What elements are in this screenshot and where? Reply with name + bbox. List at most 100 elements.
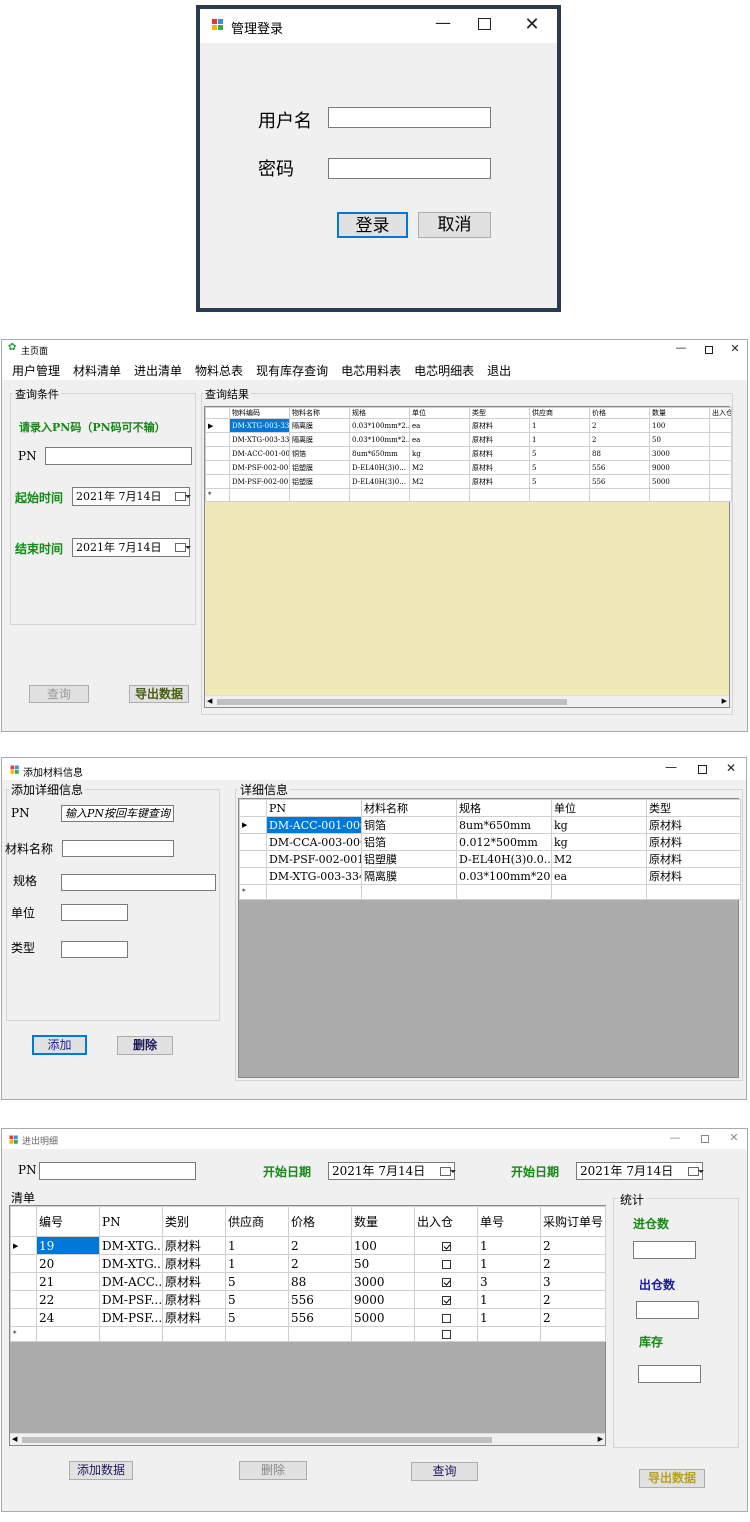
table-cell[interactable]: 2: [589, 432, 650, 447]
row-header[interactable]: *: [10, 1326, 37, 1342]
table-row[interactable]: DM-PSF-002-0018铝塑膜D-EL40H(3)0...M2原材料555…: [205, 474, 732, 489]
column-header[interactable]: 类别: [162, 1206, 226, 1237]
table-cell[interactable]: kg: [551, 816, 647, 834]
material-name-input[interactable]: [62, 840, 174, 857]
table-cell[interactable]: 0.03*100mm*2...: [349, 432, 410, 447]
table-cell[interactable]: ea: [409, 432, 470, 447]
add-data-button[interactable]: 添加数据: [69, 1461, 133, 1480]
minimize-icon[interactable]: —: [432, 13, 454, 32]
table-row[interactable]: ▶DM-XTG-003-3345隔离膜0.03*100mm*2...ea原材料1…: [205, 418, 732, 433]
row-header[interactable]: ▶: [205, 418, 230, 433]
table-cell[interactable]: 3: [540, 1272, 606, 1291]
table-cell[interactable]: 铜箔: [289, 446, 350, 461]
table-cell[interactable]: [540, 1326, 606, 1342]
maximize-icon[interactable]: [698, 765, 707, 774]
table-cell[interactable]: 0.012*500mm: [456, 833, 552, 851]
table-cell[interactable]: [649, 488, 710, 502]
inout-checkbox-cell[interactable]: [414, 1272, 478, 1291]
export-button[interactable]: 导出数据: [639, 1469, 705, 1488]
table-cell[interactable]: 5: [529, 446, 590, 461]
column-header[interactable]: 采购订单号: [540, 1206, 606, 1237]
table-cell[interactable]: 24: [36, 1308, 100, 1327]
query-button[interactable]: 查询: [29, 685, 89, 703]
column-header[interactable]: 物料名称: [289, 407, 350, 419]
table-cell[interactable]: [646, 884, 741, 900]
horizontal-scrollbar[interactable]: ◀ ▶: [10, 1433, 605, 1445]
table-cell[interactable]: 1: [477, 1236, 541, 1255]
table-cell[interactable]: kg: [409, 446, 470, 461]
in-count-input[interactable]: [633, 1241, 696, 1259]
column-header[interactable]: 单位: [409, 407, 470, 419]
row-header[interactable]: [239, 867, 267, 885]
end-date-picker[interactable]: 2021年 7月14日: [576, 1162, 704, 1180]
login-button[interactable]: 登录: [337, 212, 408, 238]
table-row[interactable]: ▶ 19 DM-XTG... 原材料 1 2 100 1 2: [10, 1236, 606, 1255]
table-cell[interactable]: 隔离膜: [289, 432, 350, 447]
table-cell[interactable]: [589, 488, 650, 502]
add-button[interactable]: 添加: [32, 1035, 87, 1055]
menu-material-list[interactable]: 材料清单: [73, 364, 121, 378]
table-cell[interactable]: [709, 446, 732, 461]
menu-cell-material[interactable]: 电芯用料表: [341, 364, 401, 378]
table-cell[interactable]: [709, 488, 732, 502]
table-cell[interactable]: DM-ACC...: [99, 1272, 163, 1291]
table-cell[interactable]: M2: [551, 850, 647, 868]
table-row[interactable]: ▶DM-ACC-001-0001铜箔8um*650mmkg原材料: [239, 816, 741, 834]
table-row[interactable]: 24 DM-PSF... 原材料 5 556 5000 1 2: [10, 1308, 606, 1327]
menu-stock-query[interactable]: 现有库存查询: [256, 364, 328, 378]
scroll-thumb[interactable]: [217, 699, 567, 705]
query-button[interactable]: 查询: [411, 1462, 478, 1481]
cancel-button[interactable]: 取消: [418, 212, 491, 238]
scroll-thumb[interactable]: [22, 1437, 492, 1443]
table-cell[interactable]: 100: [649, 418, 710, 433]
table-cell[interactable]: 2: [589, 418, 650, 433]
table-row[interactable]: 20 DM-XTG... 原材料 1 2 50 1 2: [10, 1254, 606, 1273]
table-cell[interactable]: DM-PSF...: [99, 1290, 163, 1309]
table-cell[interactable]: 原材料: [646, 816, 741, 834]
inout-checkbox-cell[interactable]: [414, 1254, 478, 1273]
calendar-icon[interactable]: [175, 492, 191, 501]
table-cell[interactable]: 2: [540, 1236, 606, 1255]
table-cell[interactable]: 原材料: [469, 460, 530, 475]
checkbox-icon[interactable]: [441, 1277, 451, 1287]
table-cell[interactable]: 2: [288, 1236, 352, 1255]
close-icon[interactable]: ✕: [521, 14, 543, 35]
table-cell[interactable]: 2: [540, 1308, 606, 1327]
table-cell[interactable]: 原材料: [469, 432, 530, 447]
inout-checkbox-cell[interactable]: [414, 1290, 478, 1309]
table-cell[interactable]: DM-PSF-002-0018: [266, 850, 362, 868]
column-header[interactable]: 供应商: [225, 1206, 289, 1237]
table-cell[interactable]: 0.03*100mm*20...: [456, 867, 552, 885]
out-count-input[interactable]: [636, 1301, 699, 1319]
table-cell[interactable]: 9000: [649, 460, 710, 475]
menu-cell-detail[interactable]: 电芯明细表: [414, 364, 474, 378]
new-row[interactable]: *: [10, 1326, 606, 1342]
table-cell[interactable]: 556: [589, 474, 650, 489]
table-cell[interactable]: 21: [36, 1272, 100, 1291]
table-cell[interactable]: [409, 488, 470, 502]
maximize-icon[interactable]: [478, 18, 491, 30]
table-cell[interactable]: [99, 1326, 163, 1342]
minimize-icon[interactable]: —: [664, 760, 678, 774]
close-icon[interactable]: ✕: [728, 1131, 740, 1144]
column-header[interactable]: 类型: [646, 799, 741, 817]
maximize-icon[interactable]: [701, 1135, 709, 1143]
minimize-icon[interactable]: —: [674, 341, 688, 354]
row-header[interactable]: [10, 1272, 37, 1291]
pn-input[interactable]: 输入PN按回车键查询: [61, 805, 174, 822]
scroll-left-icon[interactable]: ◀: [207, 697, 212, 705]
pn-input[interactable]: [45, 447, 192, 465]
column-header[interactable]: 价格: [589, 407, 650, 419]
table-cell[interactable]: [529, 488, 590, 502]
checkbox-icon[interactable]: [441, 1330, 451, 1339]
column-header[interactable]: 出入仓: [709, 407, 732, 419]
table-cell[interactable]: 5: [225, 1272, 289, 1291]
table-cell[interactable]: [349, 488, 410, 502]
row-header[interactable]: [205, 474, 230, 489]
menu-exit[interactable]: 退出: [487, 364, 511, 378]
table-cell[interactable]: kg: [551, 833, 647, 851]
table-cell[interactable]: 原材料: [162, 1308, 226, 1327]
minimize-icon[interactable]: —: [668, 1131, 682, 1144]
row-header[interactable]: *: [205, 488, 230, 502]
start-date-picker[interactable]: 2021年 7月14日: [72, 487, 191, 506]
